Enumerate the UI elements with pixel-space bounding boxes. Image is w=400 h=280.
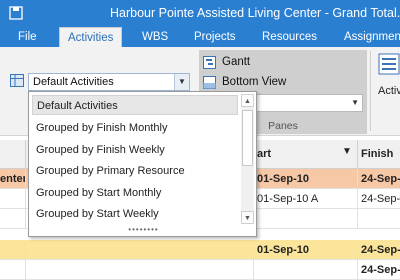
- activities-button-label[interactable]: Activi: [378, 85, 400, 97]
- gantt-icon: [203, 56, 216, 69]
- header-finish-label: Finish: [361, 148, 394, 160]
- table-row[interactable]: 01-Sep-10 24-Sep-1: [0, 240, 400, 260]
- ribbon-separator: [370, 51, 371, 131]
- row-finish: 24-Sep-1: [361, 173, 400, 185]
- row-start: [254, 260, 358, 280]
- dropdown-option[interactable]: Grouped by Finish Monthly: [32, 118, 238, 138]
- tab-file[interactable]: File: [10, 27, 45, 47]
- table-row[interactable]: 24-Sep-1: [0, 260, 400, 280]
- tab-activities[interactable]: Activities: [59, 27, 123, 48]
- row-finish: 24-Sep-1: [361, 193, 400, 205]
- row-finish: 24-Sep-1: [361, 264, 400, 276]
- save-icon[interactable]: [9, 6, 23, 20]
- row-name: [26, 260, 254, 280]
- row-label: [0, 260, 26, 280]
- row-label: enter: [0, 169, 26, 189]
- resize-grip[interactable]: ••••••••: [29, 225, 258, 234]
- bottom-view-label: Bottom View: [222, 76, 287, 88]
- layout-combo[interactable]: Default Activities ▼: [28, 73, 190, 91]
- row-label: [0, 189, 26, 209]
- row-label: [0, 240, 26, 260]
- layout-combo-value: Default Activities: [33, 76, 114, 88]
- header-finish[interactable]: Finish: [358, 140, 400, 168]
- dropdown-option[interactable]: Default Activities: [32, 95, 238, 115]
- tab-resources[interactable]: Resources: [254, 27, 325, 47]
- row-finish: [358, 209, 400, 229]
- row-label: [0, 209, 26, 229]
- gantt-label: Gantt: [222, 56, 251, 68]
- row-start: 01-Sep-10 A: [254, 189, 358, 209]
- chevron-down-icon[interactable]: ▼: [351, 98, 359, 107]
- dropdown-option[interactable]: Grouped by Start Weekly: [32, 204, 238, 224]
- header-start-label: art: [257, 148, 272, 160]
- scroll-thumb[interactable]: [242, 110, 253, 166]
- title-bar: Harbour Pointe Assisted Living Center - …: [0, 0, 400, 27]
- row-name: [26, 240, 254, 260]
- header-start[interactable]: art ▼: [254, 140, 358, 168]
- tab-assignments[interactable]: Assignment: [336, 27, 400, 47]
- chevron-down-icon[interactable]: ▼: [174, 74, 189, 90]
- layout-icon: [10, 74, 24, 87]
- window-title: Harbour Pointe Assisted Living Center - …: [110, 6, 400, 20]
- header-cell-expand[interactable]: [0, 140, 26, 168]
- row-start: [254, 209, 358, 229]
- activities-icon[interactable]: [378, 53, 400, 75]
- row-start: 01-Sep-10: [254, 169, 358, 189]
- dropdown-option[interactable]: Grouped by Finish Weekly: [32, 140, 238, 160]
- tab-wbs[interactable]: WBS: [134, 27, 176, 47]
- layout-dropdown-list[interactable]: Default Activities Grouped by Finish Mon…: [28, 91, 257, 237]
- dropdown-option[interactable]: Grouped by Primary Resource: [32, 161, 238, 181]
- scroll-up-icon[interactable]: ▲: [241, 94, 254, 107]
- row-finish: 24-Sep-1: [361, 244, 400, 256]
- tab-projects[interactable]: Projects: [186, 27, 244, 47]
- row-start: 01-Sep-10: [254, 240, 358, 260]
- filter-icon[interactable]: ▼: [342, 146, 352, 157]
- dropdown-option[interactable]: Grouped by Start Monthly: [32, 183, 238, 203]
- dropdown-scrollbar[interactable]: ▲ ▼: [241, 94, 254, 224]
- bottom-view-combo[interactable]: ▼: [239, 94, 363, 112]
- scroll-down-icon[interactable]: ▼: [241, 211, 254, 224]
- ribbon-tabs: File Activities WBS Projects Resources A…: [0, 27, 400, 48]
- bottom-view-icon: [203, 76, 216, 89]
